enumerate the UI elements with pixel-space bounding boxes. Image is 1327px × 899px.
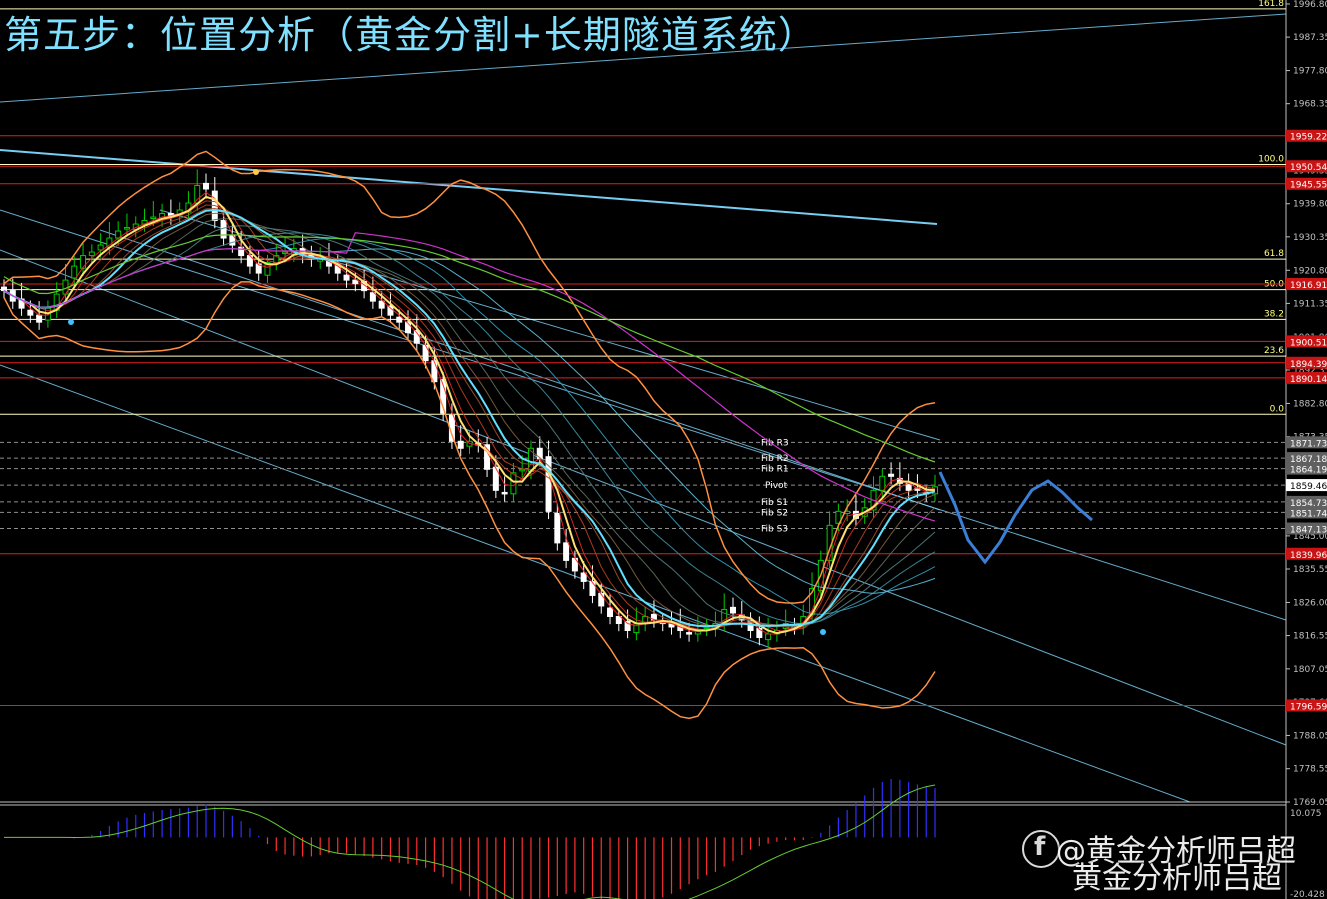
y-tick-label: 1939.80 [1293,200,1327,210]
candle-body [598,592,605,607]
pivot-price-label: 1851.74 [1290,509,1327,519]
ma-ribbon-line [3,232,936,625]
ma-ribbon-line [3,204,936,630]
y-tick-label: 1778.55 [1293,765,1327,775]
price-chart: 1996.801987.351977.801968.351958.801949.… [0,0,1327,899]
pivot-level-label: Fib R1 [761,465,789,475]
pivot-price-label: 1859.46 [1290,482,1327,492]
sr-price-label: 1959.22 [1290,133,1327,143]
top-marker [253,169,259,175]
pivot-level-label: Fib R2 [761,454,789,464]
y-tick-label: 1920.80 [1293,266,1327,276]
channel-line [0,149,938,225]
left-marker [68,319,74,325]
ma-long-green [3,234,936,463]
sr-price-label: 1916.91 [1290,281,1327,291]
sr-price-label: 1945.55 [1290,181,1327,191]
pivot-level-label: Fib S3 [761,525,788,535]
candle-body [71,265,78,279]
candle-body [36,314,43,323]
fib-level-label: 61.8 [1264,249,1284,259]
y-tick-label: 1769.05 [1293,798,1327,808]
pivot-level-label: Fib S1 [761,498,788,508]
candle-body [729,606,736,614]
ma-fast-yellow [3,195,936,635]
candle-body [589,580,596,596]
channel-line [0,249,1287,746]
ma-ribbon-line [3,248,936,594]
pivot-level-label: Fib S2 [761,508,788,518]
channel-line [159,209,941,441]
candle-body [510,472,517,495]
candle-body [765,633,772,641]
y-tick-label: 1882.80 [1293,399,1327,409]
ma-ribbon-line [3,237,936,615]
candle-body [123,227,130,230]
candle-body [879,475,886,491]
candle-body [194,184,201,204]
y-tick-label: 1835.55 [1293,565,1327,575]
candle-body [554,512,561,544]
candle-body [519,468,526,472]
y-tick-label: 1987.35 [1293,33,1327,43]
watermark-name: 黄金分析师吕超 [1072,861,1282,896]
candle-body [457,440,464,449]
bollinger-lower [3,281,936,720]
sr-price-label: 1839.96 [1290,551,1327,561]
ma-ribbon-line [3,212,936,628]
fib-level-label: 161.8 [1258,0,1284,9]
candle-body [686,632,693,635]
y-tick-label: 1996.80 [1293,0,1327,10]
y-tick-label: 1816.55 [1293,632,1327,642]
channel-line [0,13,1287,103]
candle-body [607,607,614,617]
candle-body [624,620,631,631]
bollinger-upper [3,150,936,604]
sr-price-label: 1796.59 [1290,702,1327,712]
pivot-price-label: 1871.73 [1290,439,1327,449]
weibo-icon [1022,830,1060,868]
y-tick-label: 1930.35 [1293,233,1327,243]
candle-body [1,286,7,292]
candle-body [150,216,157,220]
channel-line [0,209,1287,621]
candle-body [563,542,570,561]
y-tick-label: 1807.05 [1293,665,1327,675]
candle-body [27,309,34,316]
ma-long-purple [3,232,936,522]
candle-body [501,491,508,495]
candle-body [422,344,429,362]
candle-body [343,274,350,281]
y-tick-label: 1788.05 [1293,731,1327,741]
fib-level-label: 0.0 [1270,404,1285,414]
pivot-level-label: Pivot [765,481,788,491]
candle-body [88,251,95,257]
fib-level-label: 38.2 [1264,309,1284,319]
macd-top-label: 10.075 [1290,809,1322,819]
sr-price-label: 1890.14 [1290,375,1327,385]
candle-body [580,572,587,582]
y-tick-label: 1826.00 [1293,598,1327,608]
y-tick-label: 1911.35 [1293,299,1327,309]
ma-ribbon-line [3,218,936,628]
sr-price-label: 1894.39 [1290,360,1327,370]
candle-body [80,255,87,269]
fib-level-label: 100.0 [1258,154,1284,164]
candle-body [203,182,210,190]
candle-body [545,456,552,512]
sr-price-label: 1950.54 [1290,163,1327,173]
pivot-price-label: 1864.19 [1290,466,1327,476]
sr-price-label: 1900.51 [1290,338,1327,348]
pivot-price-label: 1847.13 [1290,526,1327,536]
candle-body [888,473,895,477]
y-tick-label: 1968.35 [1293,100,1327,110]
candle-body [396,316,403,323]
fib-level-label: 23.6 [1264,346,1284,356]
bottom-marker [820,629,826,635]
macd-bottom-label: -20.428 [1290,890,1325,899]
y-tick-label: 1977.80 [1293,67,1327,77]
fib-level-label: 50.0 [1264,280,1284,290]
pivot-level-label: Fib R3 [761,438,789,448]
